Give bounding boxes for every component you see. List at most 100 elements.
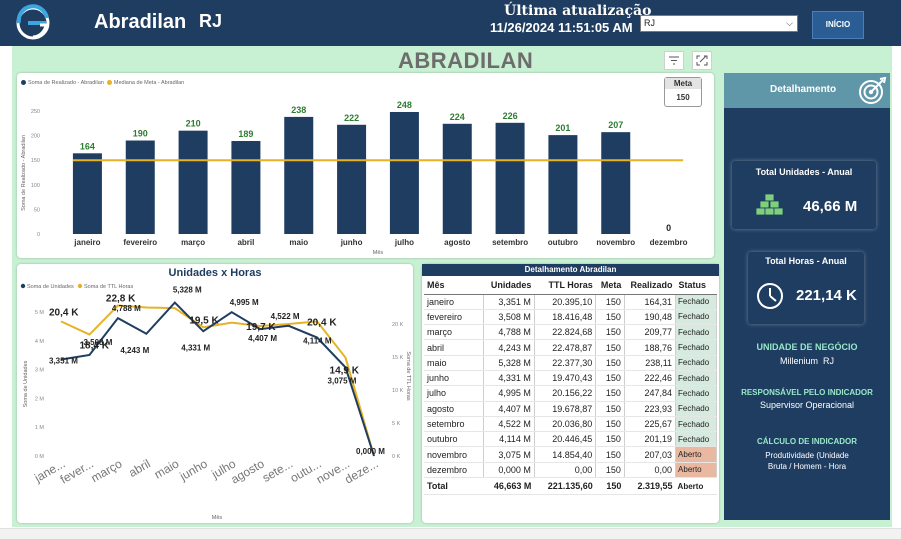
cell-mes: maio: [424, 355, 484, 371]
realizado-bar-chart[interactable]: 0 50 100 150 200 250 Soma de Realizado - Abrad…: [17, 73, 714, 258]
page-bottom-bar: [0, 528, 901, 539]
col-header-meta[interactable]: Meta: [595, 277, 625, 295]
y-left-tick-label: 4 M: [35, 339, 45, 345]
cell-unidades: 4,114 M: [483, 431, 535, 448]
bar-data-label: 226: [503, 111, 518, 121]
table-row[interactable]: março 4,788 M 22.824,68 150 209,77 Fechado: [424, 324, 717, 341]
detalhamento-title: Detalhamento: [770, 84, 837, 95]
cell-mes: julho: [424, 385, 484, 402]
cell-realizado: 207,03: [624, 446, 677, 463]
table-row[interactable]: abril 4,243 M 22.478,87 150 188,76 Fechado: [424, 339, 717, 356]
bar-data-label: 222: [344, 113, 359, 123]
bar: [337, 124, 367, 234]
y-left-tick-label: 5 M: [35, 310, 45, 316]
table-row[interactable]: novembro 3,075 M 14.854,40 150 207,03 Aberto: [424, 446, 717, 463]
kpi-unidades-title: Total Unidades - Anual: [755, 167, 853, 177]
col-header-status[interactable]: Status: [675, 277, 717, 295]
table-row[interactable]: julho 4,995 M 20.156,22 150 247,84 Fechado: [424, 385, 717, 402]
bar-data-label: 248: [397, 100, 412, 110]
table-row[interactable]: setembro 4,522 M 20.036,80 150 225,67 Fechado: [424, 416, 717, 433]
col-header-realizado[interactable]: Realizado: [624, 277, 676, 295]
cell-mes: setembro: [424, 416, 484, 433]
x-tick-label: deze...: [342, 456, 380, 486]
x-tick-label: outubro: [548, 238, 578, 247]
unidades-data-label: 3,075 M: [328, 376, 357, 385]
x-tick-label: maio: [289, 238, 308, 247]
cell-meta: 150: [595, 416, 625, 433]
state-select[interactable]: RJ ⌵: [640, 15, 798, 32]
bar: [178, 130, 208, 234]
company-name: Abradilan: [94, 11, 187, 33]
cell-realizado: 225,67: [624, 416, 677, 433]
cell-ttl-horas: 0,00: [534, 462, 597, 479]
cell-status: Aberto: [675, 462, 717, 479]
cell-status: Fechado: [675, 309, 717, 326]
filter-button[interactable]: [664, 51, 684, 70]
x-tick-label: março: [181, 238, 205, 247]
y-right-tick-label: 15 K: [392, 355, 404, 361]
y-left-tick-label: 3 M: [35, 368, 45, 374]
boxes-icon: [756, 193, 784, 216]
cell-realizado: 164,31: [624, 294, 677, 310]
target-icon: [859, 76, 887, 104]
kpi-horas-value: 221,14 K: [796, 287, 857, 304]
table-total-row[interactable]: Total 46,663 M 221.135,60 150 2.319,55 Aberto: [424, 477, 717, 496]
col-header-ttl-horas[interactable]: TTL Horas: [534, 277, 596, 295]
cell-mes: junho: [424, 370, 484, 387]
home-button[interactable]: INÍCIO: [812, 11, 864, 39]
col-header-unidades[interactable]: Unidades: [483, 277, 535, 295]
cell-realizado: 201,19: [624, 431, 677, 448]
cell-mes: janeiro: [424, 294, 484, 310]
company-logo: [16, 4, 50, 40]
cell-mes: outubro: [424, 431, 484, 448]
responsavel-title: RESPONSÁVEL PELO INDICADOR: [741, 388, 873, 397]
cell-ttl-horas: 22.377,30: [534, 355, 597, 371]
calculo-title: CÁLCULO DE INDICADOR: [757, 437, 857, 446]
cell-unidades: 3,351 M: [483, 294, 535, 310]
bar: [389, 111, 419, 234]
expand-icon: [696, 55, 708, 66]
bar-data-label: 201: [555, 123, 570, 133]
cell-mes: abril: [424, 339, 484, 356]
table-row[interactable]: outubro 4,114 M 20.446,45 150 201,19 Fechado: [424, 431, 717, 448]
col-header-mes[interactable]: Mês: [424, 277, 484, 295]
table-row[interactable]: fevereiro 3,508 M 18.416,48 150 190,48 Fechad…: [424, 309, 717, 326]
y-left-axis-label: Soma de Unidades: [23, 360, 29, 407]
y-left-tick-label: 0 M: [35, 454, 45, 460]
table-row[interactable]: junho 4,331 M 19.470,43 150 222,46 Fechado: [424, 370, 717, 387]
kpi-horas-title: Total Horas - Anual: [765, 256, 847, 266]
cell-status: Fechado: [675, 431, 717, 448]
page-title: ABRADILAN: [398, 48, 534, 73]
cell-ttl-horas: 20.395,10: [534, 294, 597, 310]
cell-realizado: 2.319,55: [624, 477, 676, 496]
cell-unidades: 0,000 M: [483, 462, 535, 479]
table-row[interactable]: maio 5,328 M 22.377,30 150 238,11 Fechado: [424, 355, 717, 371]
cell-meta: 150: [595, 385, 625, 402]
cell-meta: 150: [595, 339, 625, 356]
unidades-horas-line-chart[interactable]: Unidades x Horas Soma de Unidades Soma de …: [17, 264, 413, 523]
cell-unidades: 4,243 M: [483, 339, 535, 356]
x-tick-label: abril: [126, 456, 153, 479]
table-row[interactable]: dezembro 0,000 M 0,00 150 0,00 Aberto: [424, 462, 717, 479]
unidade-negocio-title: UNIDADE DE NEGÓCIO: [756, 342, 858, 352]
cell-unidades: 4,788 M: [483, 324, 535, 341]
table-row[interactable]: agosto 4,407 M 19.678,87 150 223,93 Fechado: [424, 401, 717, 417]
bar-data-label: 189: [238, 129, 253, 139]
cell-mes: agosto: [424, 401, 484, 417]
bar: [284, 116, 314, 234]
table-row[interactable]: janeiro 3,351 M 20.395,10 150 164,31 Fechado: [424, 294, 717, 310]
detalhamento-table[interactable]: Mês Unidades TTL Horas Meta Realizado St…: [424, 277, 717, 496]
y-tick-label: 200: [31, 134, 40, 140]
table-title: Detalhamento Abradilan: [422, 264, 719, 276]
x-tick-label: junho: [340, 238, 363, 247]
kpi-unidades-card: Total Unidades - Anual 46,66 M: [732, 161, 876, 229]
y-tick-label: 150: [31, 158, 40, 164]
responsavel-value: Supervisor Operacional: [759, 400, 855, 410]
unidade-negocio-name: Millenium: [779, 356, 818, 366]
bar: [125, 140, 155, 234]
cell-status: Fechado: [675, 401, 717, 417]
focus-mode-button[interactable]: [692, 51, 712, 70]
unidades-data-label: 4,788 M: [112, 304, 141, 313]
cell-status: Fechado: [675, 416, 717, 433]
cell-ttl-horas: 22.478,87: [534, 339, 597, 356]
